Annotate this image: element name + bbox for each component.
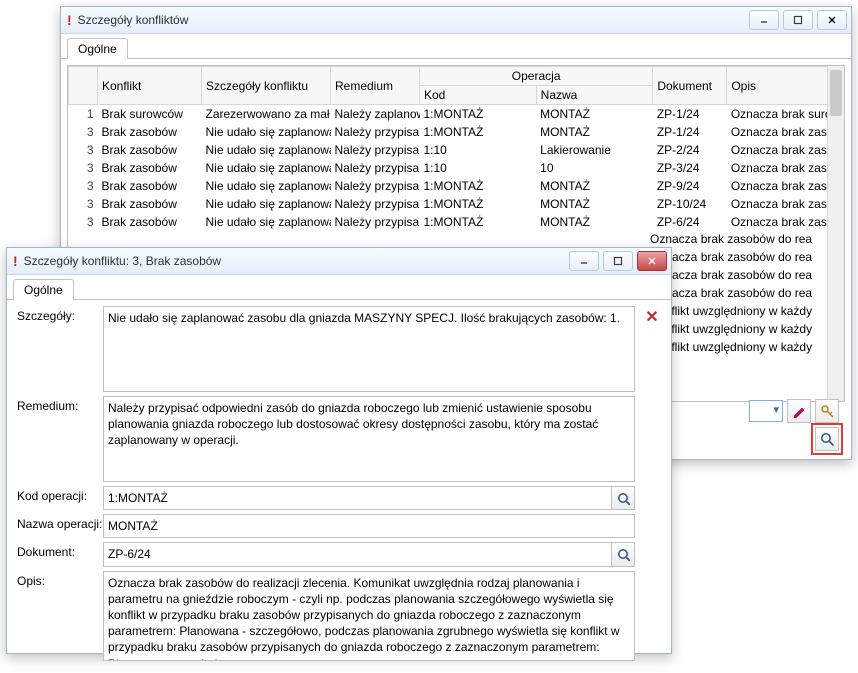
table-row[interactable]: 3Brak zasobówNie udało się zaplanowaNale… — [69, 159, 844, 177]
nazwa-operacji-field[interactable] — [103, 514, 635, 538]
maximize-button[interactable] — [783, 10, 813, 30]
table-row[interactable]: Konflikt uwzględniony w każdy — [646, 320, 826, 338]
details-button[interactable] — [815, 427, 839, 451]
col-kod[interactable]: Kod — [420, 86, 537, 105]
col-operacja[interactable]: Operacja — [420, 67, 653, 86]
table-row[interactable]: Konflikt uwzględniony w każdy — [646, 302, 826, 320]
table-row[interactable]: Oznacza brak zasobów do rea — [646, 248, 826, 266]
window-title: Szczegóły konfliktu: 3, Brak zasobów — [24, 254, 565, 268]
table-row[interactable]: 3Brak zasobówNie udało się zaplanowaNale… — [69, 195, 844, 213]
table-row[interactable]: 3Brak zasobówNie udało się zaplanowaNale… — [69, 177, 844, 195]
alert-icon: ! — [13, 253, 18, 269]
remedium-field[interactable] — [103, 396, 635, 482]
table-row[interactable]: 1Brak surowcówZarezerwowano za małNależy… — [69, 105, 844, 124]
alert-icon: ! — [67, 12, 72, 28]
close-button[interactable] — [817, 10, 847, 30]
szczegoly-field[interactable] — [103, 306, 635, 392]
close-button[interactable] — [637, 251, 667, 271]
label-szczegoly: Szczegóły: — [17, 306, 103, 323]
toolbar — [749, 399, 839, 451]
table-row[interactable]: 3Brak zasobówNie udało się zaplanowaNale… — [69, 141, 844, 159]
col-dokument[interactable]: Dokument — [653, 67, 727, 105]
kod-lookup-button[interactable] — [612, 486, 635, 510]
filter-combo[interactable] — [749, 400, 783, 422]
table-row[interactable]: Oznacza brak zasobów do rea — [646, 266, 826, 284]
label-nazwa: Nazwa operacji: — [17, 514, 103, 531]
col-opis[interactable]: Opis — [727, 67, 844, 105]
dokument-field[interactable] — [103, 542, 612, 566]
grid-scrollbar[interactable] — [827, 66, 844, 401]
dokument-lookup-button[interactable] — [612, 542, 635, 566]
window-title: Szczegóły konfliktów — [78, 13, 745, 27]
edit-button[interactable] — [787, 399, 811, 423]
label-remedium: Remedium: — [17, 396, 103, 413]
label-opis: Opis: — [17, 571, 103, 588]
titlebar[interactable]: ! Szczegóły konfliktu: 3, Brak zasobów — [7, 248, 671, 275]
tab-general[interactable]: Ogólne — [13, 279, 74, 300]
scrollbar-thumb[interactable] — [830, 70, 842, 116]
key-button[interactable] — [815, 399, 839, 423]
label-kod: Kod operacji: — [17, 486, 103, 503]
label-dokument: Dokument: — [17, 542, 103, 559]
minimize-button[interactable] — [569, 251, 599, 271]
col-konflikt[interactable]: Konflikt — [98, 67, 202, 105]
tab-general[interactable]: Ogólne — [67, 38, 128, 59]
discard-button[interactable]: ✕ — [641, 306, 663, 328]
table-row[interactable]: 3Brak zasobówNie udało się zaplanowaNale… — [69, 123, 844, 141]
conflict-detail-window: ! Szczegóły konfliktu: 3, Brak zasobów O… — [6, 247, 672, 654]
conflict-form: Szczegóły: ✕ Remedium: Kod operacji: Naz… — [7, 300, 671, 673]
table-row[interactable]: Oznacza brak zasobów do rea — [646, 284, 826, 302]
tab-strip: Ogólne — [7, 275, 671, 300]
tab-strip: Ogólne — [61, 34, 851, 59]
table-row[interactable]: 3Brak zasobówNie udało się zaplanowaNale… — [69, 213, 844, 231]
opis-field[interactable] — [103, 571, 635, 661]
col-nazwa[interactable]: Nazwa — [536, 86, 653, 105]
titlebar[interactable]: ! Szczegóły konfliktów — [61, 7, 851, 34]
minimize-button[interactable] — [749, 10, 779, 30]
kod-operacji-field[interactable] — [103, 486, 612, 510]
table-row[interactable]: Konflikt uwzględniony w każdy — [646, 338, 826, 356]
table-row[interactable]: Oznacza brak zasobów do rea — [646, 230, 826, 248]
maximize-button[interactable] — [603, 251, 633, 271]
col-remedium[interactable]: Remedium — [331, 67, 420, 105]
col-szczegoly[interactable]: Szczegóły konfliktu — [202, 67, 331, 105]
